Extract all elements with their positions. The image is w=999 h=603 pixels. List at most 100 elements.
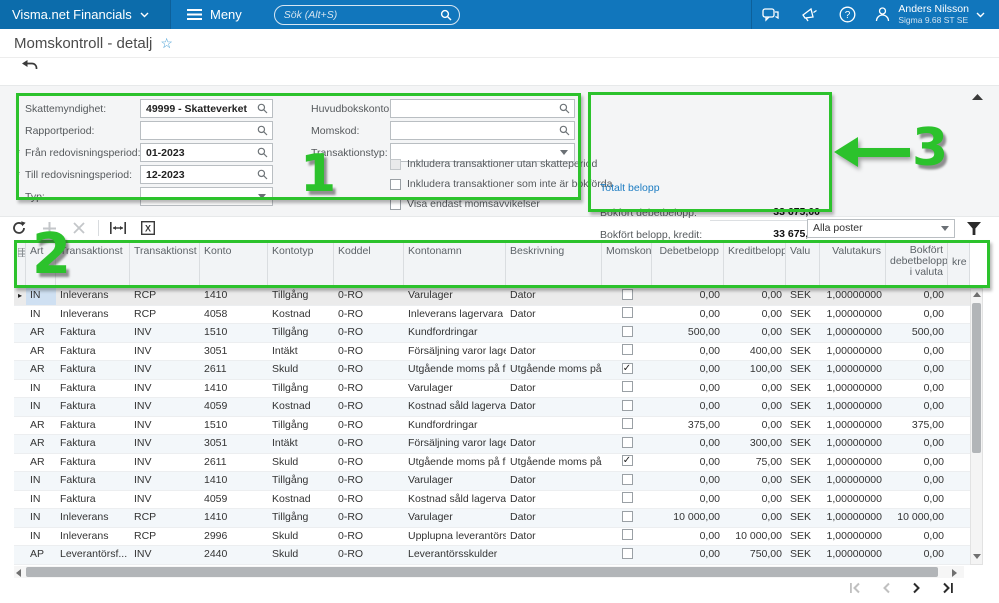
- cell-koddel[interactable]: 0-RO: [334, 361, 404, 379]
- cell-beskrivning[interactable]: Dator: [506, 435, 602, 453]
- cell-t2[interactable]: RCP: [130, 306, 200, 324]
- cell-koddel[interactable]: 0-RO: [334, 343, 404, 361]
- cell-kontotyp[interactable]: Kostnad: [268, 398, 334, 416]
- row-selector[interactable]: [14, 398, 26, 416]
- cell-bokfort[interactable]: 0,00: [886, 343, 948, 361]
- cell-debet[interactable]: 0,00: [652, 491, 724, 509]
- cell-kontonamn[interactable]: Varulager: [404, 509, 506, 527]
- cell-konto[interactable]: 1510: [200, 417, 268, 435]
- cell-kre[interactable]: [948, 398, 970, 416]
- cell-kredit[interactable]: 0,00: [724, 287, 786, 305]
- scroll-left-icon[interactable]: [16, 569, 21, 577]
- cell-kredit[interactable]: 0,00: [724, 398, 786, 416]
- cell-kontotyp[interactable]: Tillgång: [268, 380, 334, 398]
- cell-beskrivning[interactable]: Dator: [506, 509, 602, 527]
- cell-valuta[interactable]: SEK: [786, 509, 820, 527]
- checkbox[interactable]: [622, 474, 633, 485]
- cell-kontotyp[interactable]: Tillgång: [268, 472, 334, 490]
- cell-kurs[interactable]: 1,00000000: [820, 509, 886, 527]
- cell-kredit[interactable]: 100,00: [724, 361, 786, 379]
- checkbox-row[interactable]: Inkludera transaktioner som inte är bokf…: [390, 178, 612, 190]
- cell-debet[interactable]: 0,00: [652, 380, 724, 398]
- add-row-icon[interactable]: [38, 218, 60, 238]
- table-row[interactable]: ARFakturaINV2611Skuld0-ROUtgående moms p…: [14, 454, 970, 473]
- cell-valuta[interactable]: SEK: [786, 343, 820, 361]
- cell-kontotyp[interactable]: Tillgång: [268, 417, 334, 435]
- filter-input[interactable]: [140, 187, 273, 206]
- cell-art[interactable]: AR: [26, 417, 56, 435]
- cell-kontotyp[interactable]: Kostnad: [268, 306, 334, 324]
- checkbox[interactable]: [622, 326, 633, 337]
- cell-kurs[interactable]: 1,00000000: [820, 398, 886, 416]
- cell-debet[interactable]: 0,00: [652, 287, 724, 305]
- checkbox[interactable]: [622, 344, 633, 355]
- table-row[interactable]: INFakturaINV4059Kostnad0-ROKostnad såld …: [14, 398, 970, 417]
- cell-debet[interactable]: 0,00: [652, 361, 724, 379]
- cell-kurs[interactable]: 1,00000000: [820, 361, 886, 379]
- cell-debet[interactable]: 10 000,00: [652, 509, 724, 527]
- cell-art[interactable]: AR: [26, 324, 56, 342]
- grid-filter-select[interactable]: Alla poster: [807, 219, 955, 238]
- lookup-icon[interactable]: [255, 169, 269, 180]
- cell-konto[interactable]: 1410: [200, 380, 268, 398]
- cell-kurs[interactable]: 1,00000000: [820, 324, 886, 342]
- cell-debet[interactable]: 500,00: [652, 324, 724, 342]
- cell-konto[interactable]: 2611: [200, 454, 268, 472]
- cell-bokfort[interactable]: 10 000,00: [886, 509, 948, 527]
- cell-art[interactable]: IN: [26, 472, 56, 490]
- cell-kredit[interactable]: 0,00: [724, 509, 786, 527]
- cell-t2[interactable]: INV: [130, 361, 200, 379]
- table-row[interactable]: ARFakturaINV2611Skuld0-ROUtgående moms p…: [14, 361, 970, 380]
- cell-momskontroll-checkbox[interactable]: ✓: [602, 361, 652, 379]
- cell-momskontroll-checkbox[interactable]: [602, 546, 652, 564]
- cell-koddel[interactable]: 0-RO: [334, 435, 404, 453]
- select-chevron-icon[interactable]: [557, 150, 571, 155]
- checkbox-row[interactable]: Visa endast momsavvikelser: [390, 198, 540, 210]
- cell-t1[interactable]: Faktura: [56, 454, 130, 472]
- cell-valuta[interactable]: SEK: [786, 324, 820, 342]
- checkbox[interactable]: [390, 179, 401, 190]
- cell-momskontroll-checkbox[interactable]: ✓: [602, 454, 652, 472]
- cell-kontonamn[interactable]: Utgående moms på fö...: [404, 454, 506, 472]
- announcements-icon[interactable]: [790, 0, 828, 29]
- table-row[interactable]: ARFakturaINV3051Intäkt0-ROFörsäljning va…: [14, 435, 970, 454]
- cell-kre[interactable]: [948, 454, 970, 472]
- cell-debet[interactable]: 375,00: [652, 417, 724, 435]
- cell-kre[interactable]: [948, 528, 970, 546]
- cell-debet[interactable]: 0,00: [652, 343, 724, 361]
- cell-kurs[interactable]: 1,00000000: [820, 417, 886, 435]
- row-selector[interactable]: [14, 546, 26, 564]
- cell-beskrivning[interactable]: Dator: [506, 528, 602, 546]
- table-row[interactable]: INFakturaINV4059Kostnad0-ROKostnad såld …: [14, 491, 970, 510]
- cell-t2[interactable]: RCP: [130, 528, 200, 546]
- row-selector[interactable]: [14, 454, 26, 472]
- cell-t1[interactable]: Faktura: [56, 380, 130, 398]
- cell-t2[interactable]: INV: [130, 491, 200, 509]
- cell-bokfort[interactable]: 375,00: [886, 417, 948, 435]
- cell-debet[interactable]: 0,00: [652, 472, 724, 490]
- favorite-star-icon[interactable]: ☆: [160, 35, 173, 52]
- cell-t2[interactable]: INV: [130, 472, 200, 490]
- cell-t1[interactable]: Faktura: [56, 324, 130, 342]
- cell-art[interactable]: IN: [26, 306, 56, 324]
- cell-koddel[interactable]: 0-RO: [334, 528, 404, 546]
- filter-funnel-icon[interactable]: [967, 222, 981, 235]
- column-header-valuta[interactable]: Valu: [786, 241, 820, 286]
- lookup-icon[interactable]: [557, 103, 571, 114]
- cell-t2[interactable]: INV: [130, 324, 200, 342]
- cell-kre[interactable]: [948, 435, 970, 453]
- filter-input[interactable]: [140, 121, 273, 140]
- search-icon[interactable]: [440, 9, 452, 21]
- cell-beskrivning[interactable]: [506, 417, 602, 435]
- cell-t1[interactable]: Faktura: [56, 435, 130, 453]
- row-selector[interactable]: [14, 380, 26, 398]
- cell-koddel[interactable]: 0-RO: [334, 398, 404, 416]
- cell-konto[interactable]: 1510: [200, 324, 268, 342]
- cell-beskrivning[interactable]: Dator: [506, 398, 602, 416]
- cell-t1[interactable]: Inleverans: [56, 306, 130, 324]
- cell-kontonamn[interactable]: Varulager: [404, 472, 506, 490]
- cell-momskontroll-checkbox[interactable]: [602, 287, 652, 305]
- refresh-icon[interactable]: [8, 218, 30, 238]
- row-selector[interactable]: [14, 361, 26, 379]
- export-excel-icon[interactable]: X: [137, 218, 159, 238]
